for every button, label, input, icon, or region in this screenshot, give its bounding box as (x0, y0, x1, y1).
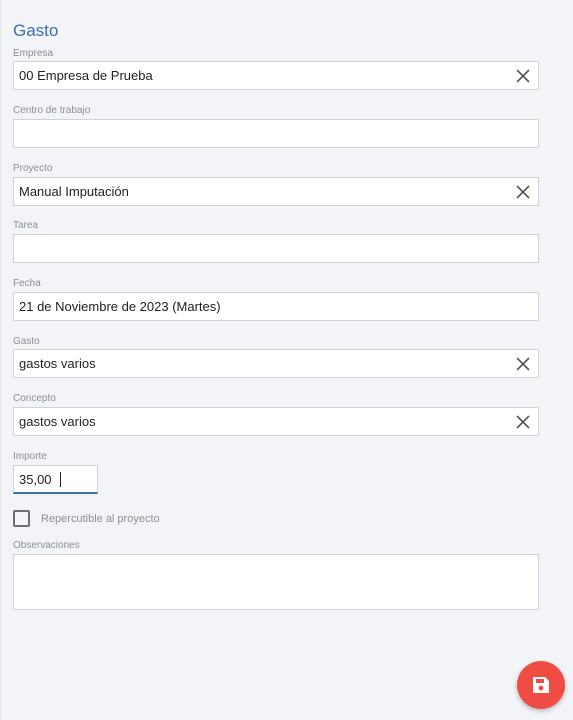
close-icon[interactable] (515, 356, 531, 372)
proyecto-field[interactable]: Manual Imputación (13, 177, 539, 206)
fecha-label: Fecha (13, 278, 41, 289)
tarea-field[interactable] (13, 234, 539, 263)
importe-value: 35,00 (19, 472, 52, 487)
gasto-field[interactable]: gastos varios (13, 349, 539, 378)
fecha-field[interactable]: 21 de Noviembre de 2023 (Martes) (13, 292, 539, 321)
close-icon[interactable] (515, 184, 531, 200)
repercutible-label: Repercutible al proyecto (41, 513, 160, 525)
close-icon[interactable] (515, 414, 531, 430)
concepto-value: gastos varios (19, 414, 96, 429)
text-caret (60, 472, 61, 487)
proyecto-value: Manual Imputación (19, 184, 129, 199)
centro-trabajo-field[interactable] (13, 119, 539, 148)
tarea-label: Tarea (13, 220, 39, 231)
repercutible-checkbox[interactable] (13, 510, 30, 527)
observaciones-label: Observaciones (13, 540, 80, 551)
empresa-field[interactable]: 00 Empresa de Prueba (13, 61, 539, 90)
save-button[interactable] (517, 661, 565, 709)
centro-label: Centro de trabajo (13, 105, 91, 116)
gasto-label: Gasto (13, 336, 40, 347)
concepto-field[interactable]: gastos varios (13, 407, 539, 436)
fecha-value: 21 de Noviembre de 2023 (Martes) (19, 299, 221, 314)
importe-input[interactable]: 35,00 (13, 465, 98, 494)
gasto-value: gastos varios (19, 356, 96, 371)
floppy-disk-icon (533, 677, 549, 693)
empresa-label: Empresa (13, 48, 54, 59)
observaciones-textarea[interactable] (13, 554, 539, 610)
empresa-value: 00 Empresa de Prueba (19, 68, 153, 83)
page-title: Gasto (13, 21, 59, 40)
proyecto-label: Proyecto (13, 163, 53, 174)
importe-label: Importe (13, 451, 47, 462)
close-icon[interactable] (515, 68, 531, 84)
concepto-label: Concepto (13, 393, 56, 404)
